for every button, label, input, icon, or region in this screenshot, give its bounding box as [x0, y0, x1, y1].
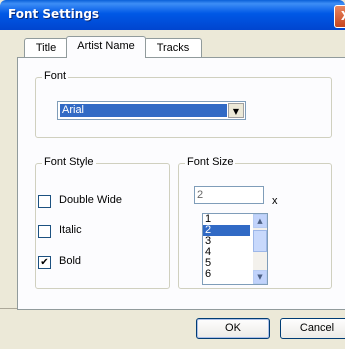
double-wide-label: Double Wide	[59, 194, 122, 206]
scroll-thumb[interactable]	[253, 230, 267, 252]
close-icon[interactable]: X	[334, 5, 345, 28]
tab-title[interactable]: Title	[24, 38, 68, 58]
cancel-button[interactable]: Cancel	[280, 318, 345, 339]
font-size-legend: Font Size	[185, 156, 236, 168]
scroll-down-icon[interactable]: ▼	[253, 270, 267, 284]
double-wide-checkbox[interactable]	[38, 195, 51, 208]
font-select[interactable]: Arial ▼	[57, 101, 246, 120]
scroll-up-icon[interactable]: ▲	[253, 214, 267, 228]
tab-artist-name[interactable]: Artist Name	[66, 36, 146, 58]
size-suffix: x	[272, 195, 278, 207]
italic-label: Italic	[59, 224, 82, 236]
window-title: Font Settings	[8, 7, 100, 21]
italic-checkbox[interactable]	[38, 225, 51, 238]
bold-label: Bold	[59, 255, 82, 267]
tab-tracks[interactable]: Tracks	[144, 38, 202, 58]
list-item[interactable]: 6	[203, 269, 250, 280]
list-scrollbar[interactable]: ▲ ▼	[253, 214, 267, 284]
font-style-legend: Font Style	[42, 156, 96, 168]
chevron-down-icon[interactable]: ▼	[228, 103, 244, 118]
font-size-list[interactable]: 1 2 3 4 5 6 ▲ ▼	[202, 213, 268, 285]
font-size-input[interactable]: 2	[194, 186, 264, 204]
bold-checkbox[interactable]: ✔	[38, 256, 51, 269]
title-bar[interactable]: Font Settings X	[0, 0, 345, 30]
font-style-group: Font Style	[35, 156, 170, 289]
font-group-legend: Font	[42, 70, 69, 82]
ok-button[interactable]: OK	[196, 318, 270, 339]
font-select-value: Arial	[60, 104, 227, 117]
